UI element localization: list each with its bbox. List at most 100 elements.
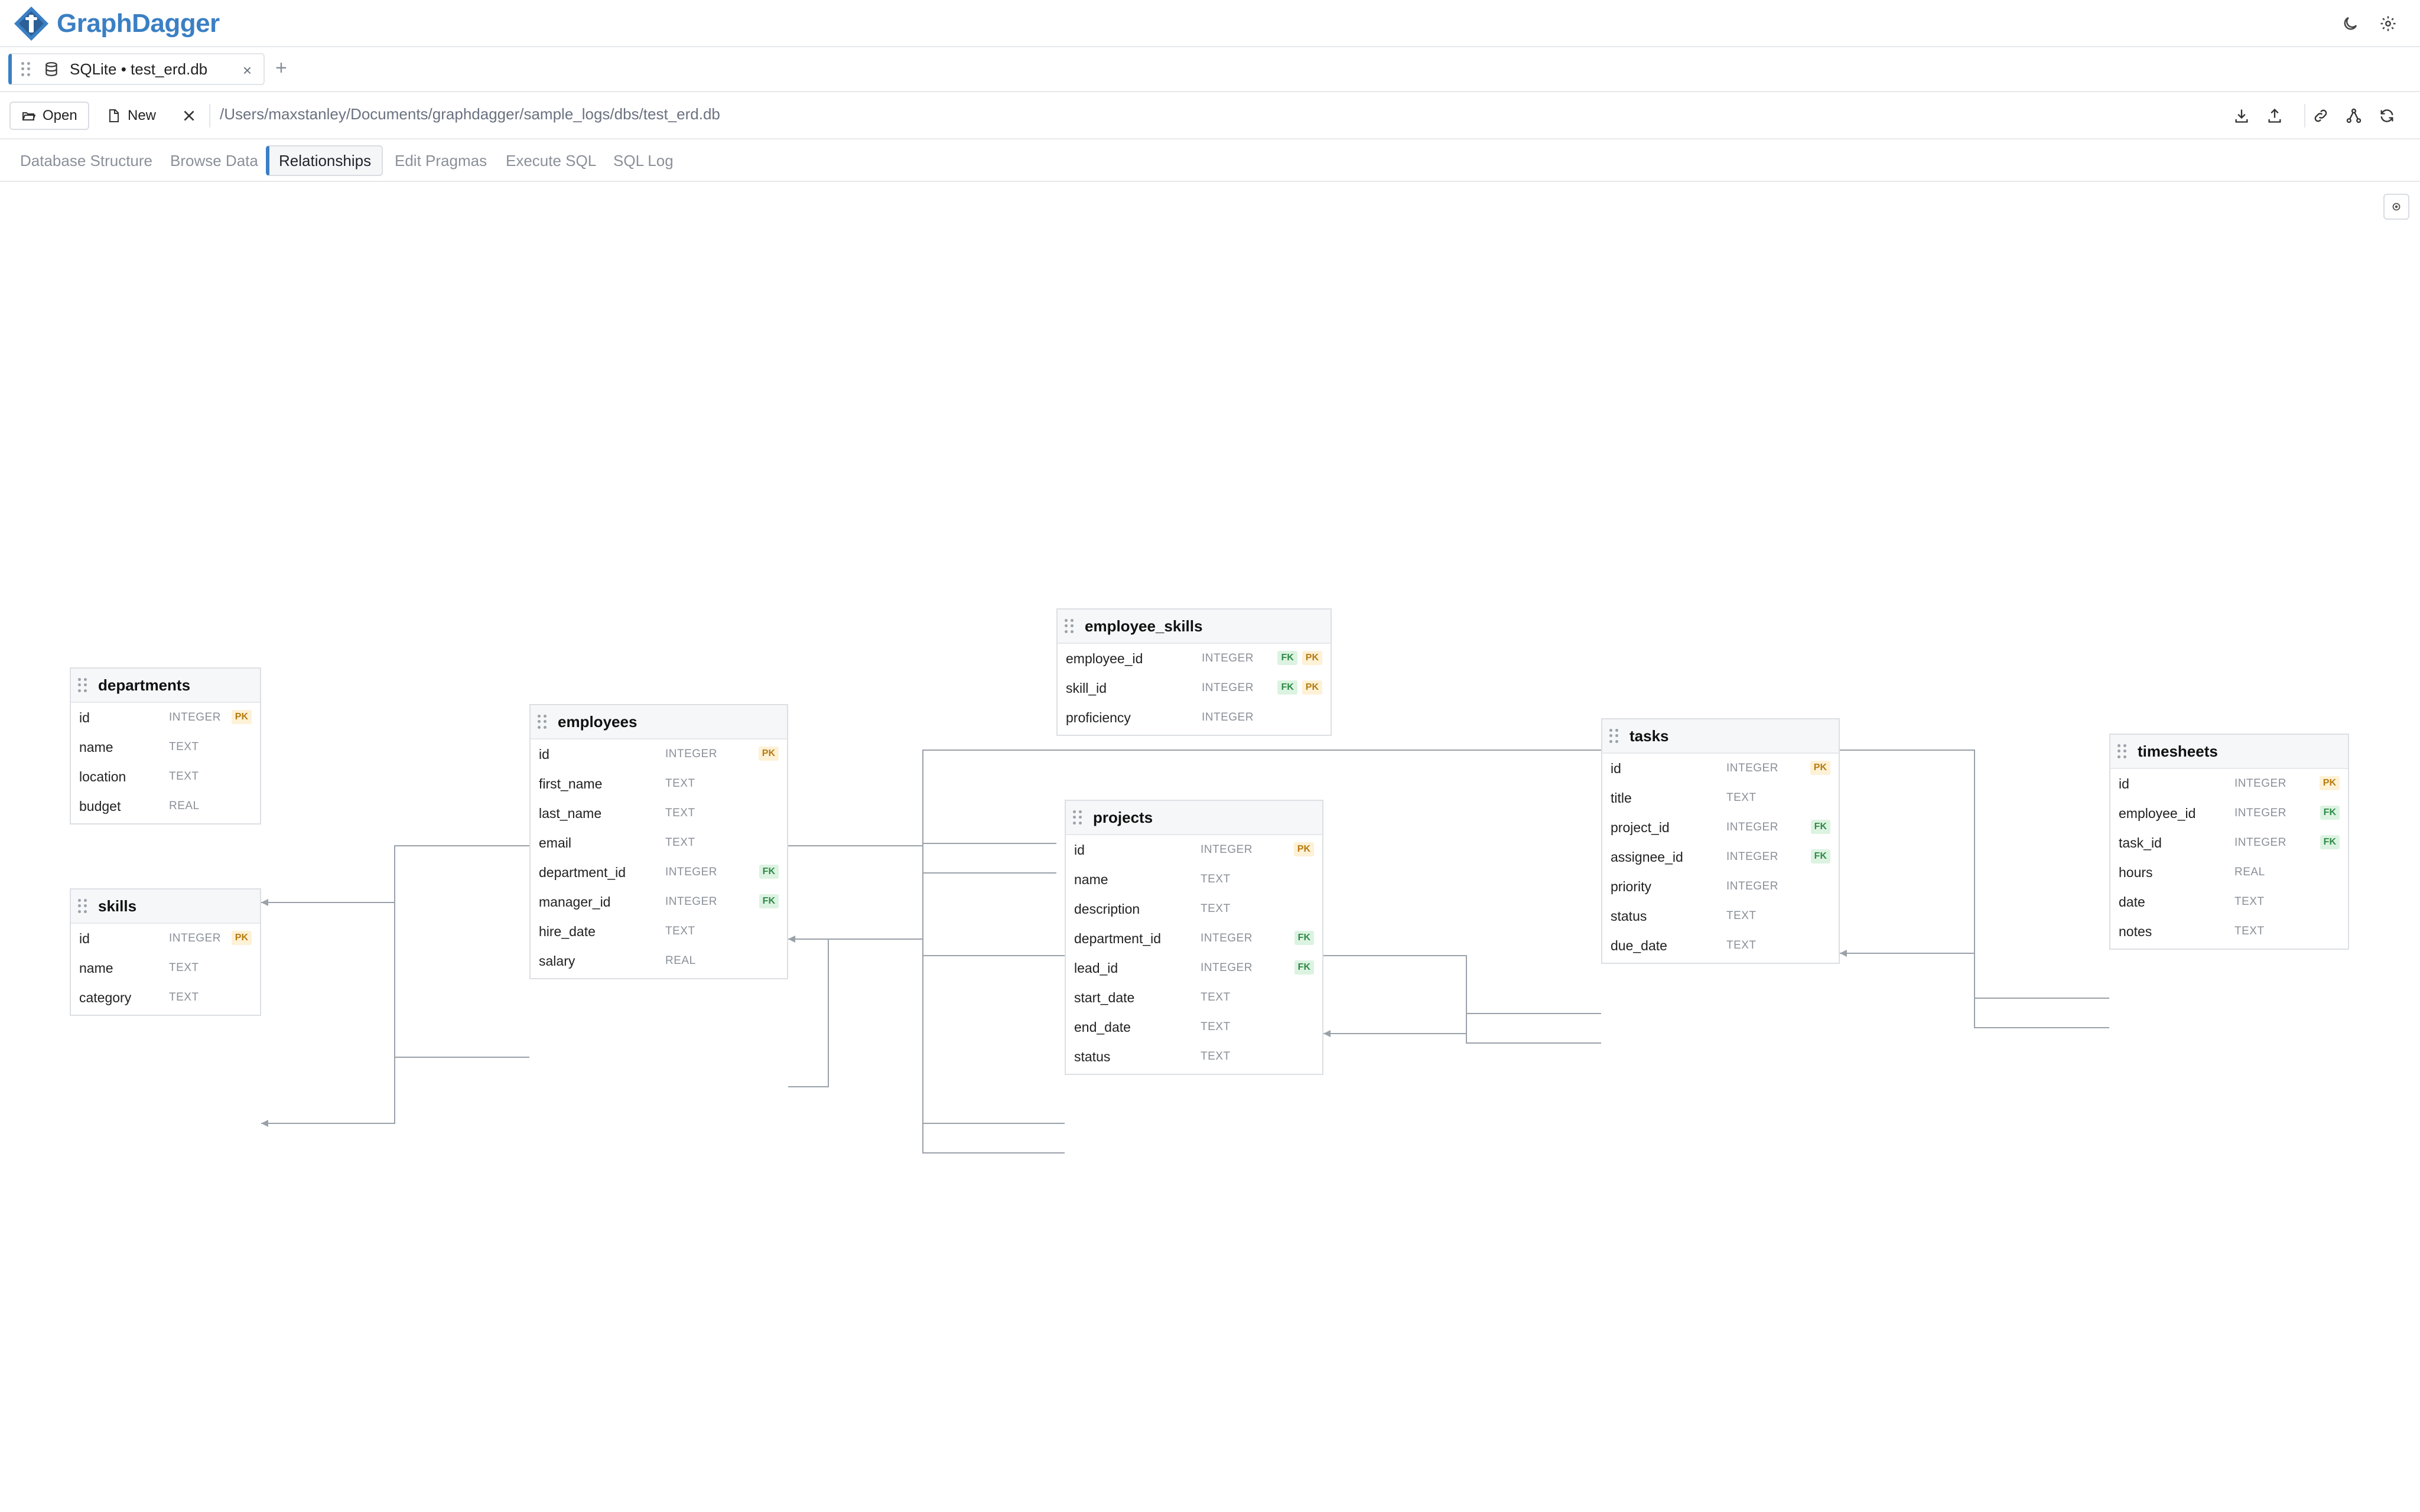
fit-view-button[interactable] [2383,194,2409,220]
add-tab-button[interactable]: + [275,57,287,80]
column-row[interactable]: employee_id INTEGER FK [2110,799,2348,828]
table-header[interactable]: skills [71,889,260,924]
table-header[interactable]: employee_skills [1058,610,1331,644]
tab-execute-sql[interactable]: Execute SQL [495,145,607,176]
column-row[interactable]: last_name TEXT [531,799,787,828]
column-row[interactable]: id INTEGER PK [2110,769,2348,799]
table-node-projects[interactable]: projects id INTEGER PK name TEXT description TE… [1065,800,1323,1075]
refresh-button[interactable] [2375,104,2399,128]
column-row[interactable]: id INTEGER PK [71,924,260,953]
drag-handle-icon[interactable] [21,62,31,76]
fk-badge: FK [759,894,779,908]
table-name: employees [558,712,637,731]
column-row[interactable]: email TEXT [531,828,787,858]
erd-canvas[interactable]: departments id INTEGER PK name TEXT location TE… [0,182,2420,1512]
column-type: TEXT [169,962,199,974]
table-header[interactable]: tasks [1602,719,1839,754]
tab-database-structure[interactable]: Database Structure [9,145,163,176]
column-row[interactable]: category TEXT [71,983,260,1012]
column-row[interactable]: budget REAL [71,791,260,821]
import-button[interactable] [2230,104,2253,128]
column-row[interactable]: lead_id INTEGER FK [1066,953,1322,983]
column-row[interactable]: id INTEGER PK [71,703,260,732]
table-node-departments[interactable]: departments id INTEGER PK name TEXT location TE… [70,667,261,825]
table-node-employees[interactable]: employees id INTEGER PK first_name TEXT last_n… [529,704,788,979]
column-row[interactable]: first_name TEXT [531,769,787,799]
theme-toggle-button[interactable] [2338,12,2362,35]
column-row[interactable]: skill_id INTEGER FK PK [1058,673,1331,703]
tab-relationships[interactable]: Relationships [266,145,383,176]
column-row[interactable]: department_id INTEGER FK [1066,924,1322,953]
table-node-employee-skills[interactable]: employee_skills employee_id INTEGER FK PK ski… [1056,608,1332,736]
column-row[interactable]: status TEXT [1602,901,1839,931]
column-row[interactable]: hire_date TEXT [531,917,787,946]
close-database-button[interactable] [177,104,201,128]
column-row[interactable]: salary REAL [531,946,787,976]
close-tab-icon[interactable]: × [243,61,252,80]
column-row[interactable]: title TEXT [1602,783,1839,813]
drag-handle-icon[interactable] [1065,619,1074,633]
toolbar-divider-right [2304,104,2305,128]
drag-handle-icon[interactable] [78,899,87,913]
new-button[interactable]: New [95,102,168,130]
table-header[interactable]: departments [71,669,260,703]
table-node-skills[interactable]: skills id INTEGER PK name TEXT category TEXT [70,888,261,1016]
column-row[interactable]: notes TEXT [2110,917,2348,946]
drag-handle-icon[interactable] [1073,810,1082,825]
column-name: budget [79,799,121,814]
column-row[interactable]: project_id INTEGER FK [1602,813,1839,842]
tab-edit-pragmas[interactable]: Edit Pragmas [384,145,497,176]
column-row[interactable]: name TEXT [1066,865,1322,894]
column-row[interactable]: start_date TEXT [1066,983,1322,1012]
table-node-timesheets[interactable]: timesheets id INTEGER PK employee_id INTEGER F… [2109,734,2349,950]
tab-browse-data[interactable]: Browse Data [160,145,269,176]
column-row[interactable]: task_id INTEGER FK [2110,828,2348,858]
column-row[interactable]: id INTEGER PK [1066,835,1322,865]
table-header[interactable]: timesheets [2110,735,2348,769]
fk-badge: FK [1277,651,1297,665]
column-row[interactable]: location TEXT [71,762,260,791]
column-row[interactable]: name TEXT [71,732,260,762]
drag-handle-icon[interactable] [538,715,547,729]
column-row[interactable]: proficiency INTEGER [1058,703,1331,732]
column-row[interactable]: end_date TEXT [1066,1012,1322,1042]
column-row[interactable]: date TEXT [2110,887,2348,917]
column-type: INTEGER [1726,880,1778,892]
column-row[interactable]: manager_id INTEGER FK [531,887,787,917]
graph-button[interactable] [2342,104,2366,128]
column-row[interactable]: status TEXT [1066,1042,1322,1071]
column-type: TEXT [1201,1021,1231,1033]
column-row[interactable]: name TEXT [71,953,260,983]
drag-handle-icon[interactable] [2118,744,2127,758]
open-button[interactable]: Open [9,102,89,130]
drag-handle-icon[interactable] [1609,729,1619,743]
edge-arrow-head [261,1120,268,1127]
column-row[interactable]: employee_id INTEGER FK PK [1058,644,1331,673]
column-row[interactable]: id INTEGER PK [1602,754,1839,783]
column-row[interactable]: due_date TEXT [1602,931,1839,960]
column-row[interactable]: description TEXT [1066,894,1322,924]
column-name: category [79,990,132,1005]
table-node-tasks[interactable]: tasks id INTEGER PK title TEXT project_id INTEG… [1601,718,1840,964]
column-row[interactable]: priority INTEGER [1602,872,1839,901]
settings-button[interactable] [2376,12,2400,35]
column-name: description [1074,901,1140,917]
edge-employees-manager-id [788,939,829,1087]
close-icon [184,110,194,121]
column-row[interactable]: hours REAL [2110,858,2348,887]
column-name: status [1611,908,1647,924]
column-row[interactable]: id INTEGER PK [531,739,787,769]
link-button[interactable] [2309,104,2333,128]
export-button[interactable] [2263,104,2286,128]
drag-handle-icon[interactable] [78,678,87,692]
column-row[interactable]: assignee_id INTEGER FK [1602,842,1839,872]
database-path: /Users/maxstanley/Documents/graphdagger/… [220,105,720,123]
edge-arrow-head [1840,950,1847,957]
table-header[interactable]: projects [1066,801,1322,835]
column-badges: FK PK [1273,680,1322,695]
column-row[interactable]: department_id INTEGER FK [531,858,787,887]
db-tab-test-erd[interactable]: SQLite • test_erd.db × [8,53,265,85]
column-badges: FK [1806,820,1830,834]
table-header[interactable]: employees [531,705,787,739]
tab-sql-log[interactable]: SQL Log [603,145,684,176]
